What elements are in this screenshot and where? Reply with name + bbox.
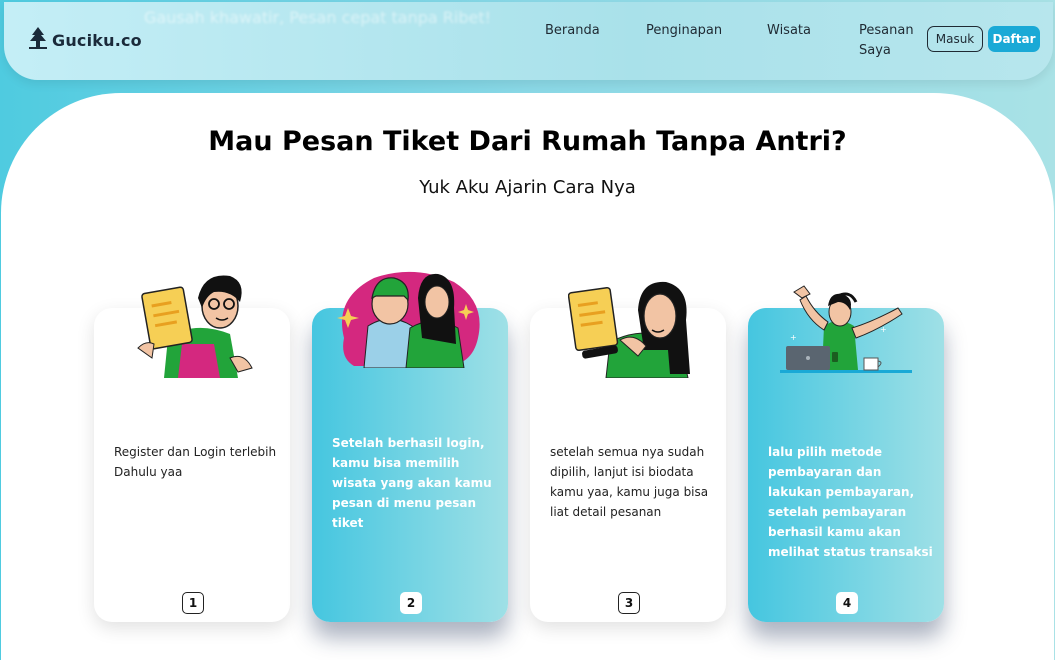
- step-2-text: Setelah berhasil login, kamu bisa memili…: [332, 436, 492, 530]
- nav-penginapan[interactable]: Penginapan: [646, 21, 722, 41]
- ghost-background-text: Gausah khawatir, Pesan cepat tanpa Ribet…: [144, 8, 492, 27]
- nav-pesanan-saya-line1: Pesanan: [859, 23, 914, 38]
- page-subtitle: Yuk Aku Ajarin Cara Nya: [419, 177, 636, 198]
- nav-pesanan-saya[interactable]: Pesanan Saya: [859, 21, 914, 61]
- logo-text: Guciku.co: [52, 30, 142, 50]
- biodata-illustration: [568, 281, 690, 378]
- login-button[interactable]: Masuk: [927, 26, 983, 52]
- svg-text:+: +: [790, 333, 797, 342]
- nav-pesanan-saya-line2: Saya: [859, 43, 891, 58]
- register-button[interactable]: Daftar: [988, 26, 1040, 52]
- nav-beranda[interactable]: Beranda: [545, 21, 600, 41]
- step-2-number: 2: [400, 592, 422, 614]
- register-illustration: [137, 275, 253, 378]
- choose-illustration: [337, 271, 480, 368]
- logo-icon: [28, 26, 48, 54]
- navbar: Gausah khawatir, Pesan cepat tanpa Ribet…: [4, 2, 1053, 80]
- step-3-number: 3: [618, 592, 640, 614]
- step-4-text: lalu pilih metode pembayaran dan lakukan…: [768, 445, 933, 559]
- logo[interactable]: Guciku.co: [28, 26, 142, 54]
- nav-wisata[interactable]: Wisata: [767, 21, 811, 41]
- step-3-text: setelah semua nya sudah dipilih, lanjut …: [550, 445, 709, 519]
- step-1-number: 1: [182, 592, 204, 614]
- step-4-number: 4: [836, 592, 858, 614]
- payment-illustration: + +: [780, 285, 912, 373]
- page-title: Mau Pesan Tiket Dari Rumah Tanpa Antri?: [208, 126, 847, 157]
- svg-text:+: +: [880, 325, 887, 334]
- step-1-text: Register dan Login terlebih Dahulu yaa: [114, 445, 277, 479]
